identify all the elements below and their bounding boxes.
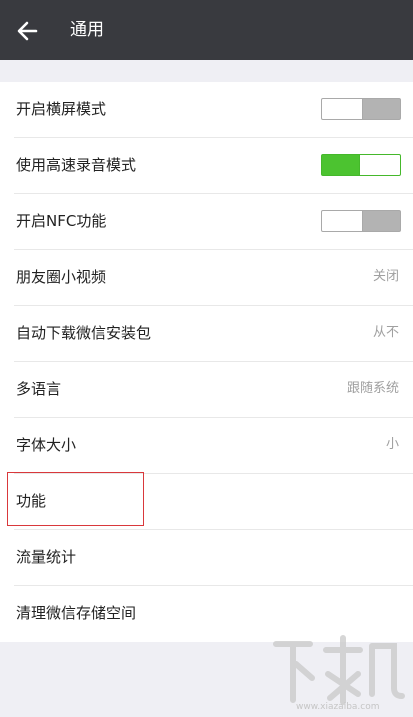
page-title: 通用 [70,20,104,40]
setting-value: 小 [385,437,399,452]
back-arrow-icon[interactable] [14,17,42,45]
setting-label: 自动下载微信安装包 [16,324,152,342]
setting-data-usage[interactable]: 流量统计 [0,530,413,586]
setting-label: 多语言 [16,380,62,398]
setting-label: 字体大小 [16,436,77,454]
setting-label: 流量统计 [16,548,77,566]
setting-language[interactable]: 多语言 跟随系统 [0,362,413,418]
setting-features[interactable]: 功能 [0,474,413,530]
setting-label: 开启横屏模式 [16,100,107,118]
toggle-knob [322,211,363,231]
setting-font-size[interactable]: 字体大小 小 [0,418,413,474]
nfc-toggle[interactable] [321,210,401,232]
watermark-url: www.xiazaiba.com [296,702,380,712]
setting-auto-download[interactable]: 自动下载微信安装包 从不 [0,306,413,362]
setting-label: 开启NFC功能 [16,212,107,230]
setting-moments-video[interactable]: 朋友圈小视频 关闭 [0,250,413,306]
setting-landscape-mode[interactable]: 开启横屏模式 [0,82,413,138]
fast-recording-toggle[interactable] [321,154,401,176]
setting-fast-recording[interactable]: 使用高速录音模式 [0,138,413,194]
toggle-knob [322,99,363,119]
setting-label: 朋友圈小视频 [16,268,107,286]
toggle-knob [359,155,400,175]
setting-value: 跟随系统 [346,381,399,396]
xiazaiba-watermark-logo [273,635,405,705]
setting-nfc[interactable]: 开启NFC功能 [0,194,413,250]
setting-value: 从不 [372,325,399,340]
setting-value: 关闭 [372,269,399,284]
header-bar: 通用 [0,0,413,60]
landscape-toggle[interactable] [321,98,401,120]
settings-list: 开启横屏模式 使用高速录音模式 开启NFC功能 朋友圈小视频 关闭 自动下载微信… [0,82,413,642]
setting-label: 清理微信存储空间 [16,604,137,622]
setting-label: 使用高速录音模式 [16,156,137,174]
setting-label: 功能 [16,492,47,510]
